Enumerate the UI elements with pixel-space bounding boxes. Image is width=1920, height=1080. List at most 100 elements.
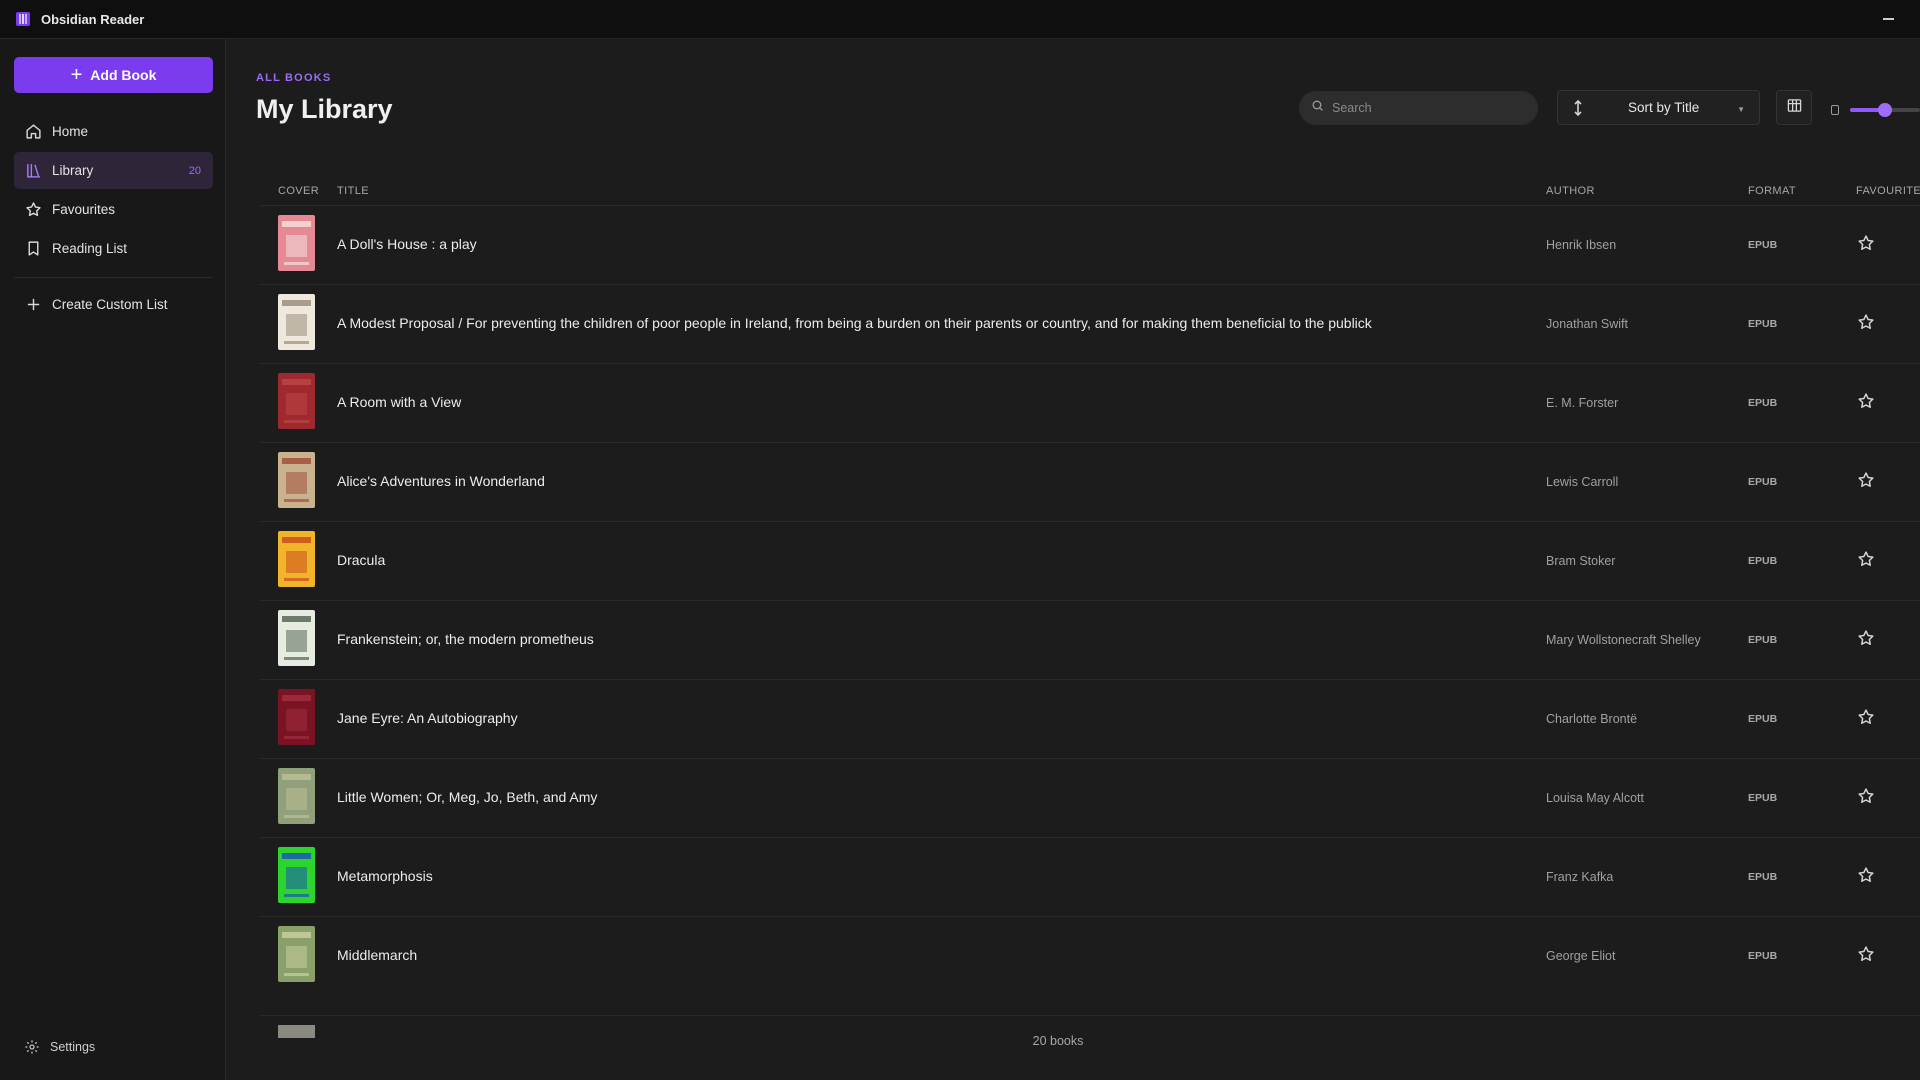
cover-author-band [284, 578, 309, 581]
search-icon [1311, 99, 1324, 117]
favourite-star-icon[interactable] [1857, 708, 1877, 728]
sidebar-item-library[interactable]: Library 20 [14, 152, 213, 189]
search-box[interactable] [1299, 91, 1538, 125]
favourite-star-icon[interactable] [1857, 392, 1877, 412]
book-cover [278, 373, 315, 429]
cover-title-band [282, 616, 311, 622]
table-header: COVER TITLE AUTHOR FORMAT FAVOURITE [260, 185, 1920, 203]
cover-author-band [284, 815, 309, 818]
create-custom-list-button[interactable]: Create Custom List [14, 286, 213, 323]
table-row[interactable]: Frankenstein; or, the modern prometheus … [260, 600, 1920, 679]
table-row[interactable]: Little Women; Or, Meg, Jo, Beth, and Amy… [260, 758, 1920, 837]
cover-size-slider[interactable] [1850, 103, 1920, 117]
column-header-author[interactable]: AUTHOR [1546, 185, 1595, 197]
book-author: Charlotte Brontë [1546, 712, 1638, 726]
column-header-format[interactable]: FORMAT [1748, 185, 1796, 197]
cover-author-band [284, 973, 309, 976]
cover-author-band [284, 657, 309, 660]
book-title[interactable]: Metamorphosis [337, 868, 433, 884]
table-row[interactable]: A Room with a View E. M. Forster EPUB [260, 363, 1920, 442]
book-title[interactable]: Middlemarch [337, 947, 417, 963]
breadcrumb[interactable]: ALL BOOKS [256, 72, 331, 84]
table-row[interactable]: Middlemarch George Eliot EPUB [260, 916, 1920, 995]
book-title[interactable]: Dracula [337, 552, 385, 568]
cover-art [286, 788, 307, 810]
cover-title-band [282, 458, 311, 464]
book-title[interactable]: Frankenstein; or, the modern prometheus [337, 631, 594, 647]
small-size-icon [1831, 105, 1839, 115]
cover-title-band [282, 774, 311, 780]
sort-dropdown[interactable]: Sort by Title ▼ [1557, 90, 1760, 125]
main-content: ALL BOOKS My Library Sort by Title ▼ COV… [226, 39, 1920, 1080]
book-format: EPUB [1748, 950, 1778, 962]
add-book-button[interactable]: + Add Book [14, 57, 213, 93]
sidebar-item-home[interactable]: Home [14, 113, 213, 150]
view-toggle-button[interactable] [1776, 90, 1812, 125]
cover-title-band [282, 221, 311, 227]
favourite-star-icon[interactable] [1857, 945, 1877, 965]
book-author: Louisa May Alcott [1546, 791, 1644, 805]
table-row[interactable]: Dracula Bram Stoker EPUB [260, 521, 1920, 600]
slider-thumb[interactable] [1878, 103, 1892, 117]
book-format: EPUB [1748, 476, 1778, 488]
book-author: Mary Wollstonecraft Shelley [1546, 633, 1701, 647]
favourite-star-icon[interactable] [1857, 866, 1877, 886]
column-header-favourite[interactable]: FAVOURITE [1856, 185, 1920, 197]
app-logo-icon [15, 11, 31, 27]
table-row[interactable]: A Modest Proposal / For preventing the c… [260, 284, 1920, 363]
star-icon [24, 201, 42, 219]
favourite-star-icon[interactable] [1857, 471, 1877, 491]
column-header-title[interactable]: TITLE [337, 185, 369, 197]
cover-title-band [282, 853, 311, 859]
gear-icon [24, 1039, 40, 1055]
columns-view-icon [1787, 98, 1802, 118]
sidebar-item-label: Reading List [52, 241, 128, 256]
book-cover [278, 847, 315, 903]
settings-button[interactable]: Settings [24, 1039, 95, 1055]
book-cover [278, 452, 315, 508]
search-input[interactable] [1332, 101, 1512, 115]
table-row[interactable]: Jane Eyre: An Autobiography Charlotte Br… [260, 679, 1920, 758]
book-title[interactable]: A Room with a View [337, 394, 461, 410]
sidebar-item-label: Favourites [52, 202, 116, 217]
book-count: 20 books [1032, 1034, 1084, 1048]
book-title[interactable]: A Modest Proposal / For preventing the c… [337, 315, 1372, 331]
sort-label: Sort by Title [1628, 100, 1700, 115]
book-title[interactable]: Alice's Adventures in Wonderland [337, 473, 545, 489]
book-format: EPUB [1748, 871, 1778, 883]
cover-art [286, 630, 307, 652]
table-row[interactable]: Alice's Adventures in Wonderland Lewis C… [260, 442, 1920, 521]
book-cover [278, 768, 315, 824]
cover-title-band [282, 537, 311, 543]
minimize-icon [1882, 18, 1894, 20]
favourite-star-icon[interactable] [1857, 629, 1877, 649]
favourite-star-icon[interactable] [1857, 234, 1877, 254]
cover-title-band [282, 379, 311, 385]
favourite-star-icon[interactable] [1857, 787, 1877, 807]
column-header-cover[interactable]: COVER [278, 185, 319, 197]
favourite-star-icon[interactable] [1857, 313, 1877, 333]
book-title[interactable]: Little Women; Or, Meg, Jo, Beth, and Amy [337, 789, 597, 805]
chevron-down-icon: ▼ [1737, 105, 1745, 114]
book-cover [278, 689, 315, 745]
sidebar: + Add Book Home Library 20 Favourites Re… [0, 39, 226, 1080]
home-icon [24, 123, 42, 141]
sidebar-item-reading-list[interactable]: Reading List [14, 230, 213, 267]
book-cover [278, 215, 315, 271]
cover-author-band [284, 894, 309, 897]
book-cover [278, 926, 315, 982]
sort-arrows-icon [1568, 99, 1588, 116]
table-row[interactable]: A Doll's House : a play Henrik Ibsen EPU… [260, 205, 1920, 284]
table-row[interactable]: Metamorphosis Franz Kafka EPUB [260, 837, 1920, 916]
minimize-button[interactable] [1876, 8, 1900, 30]
sidebar-nav: Home Library 20 Favourites Reading List [14, 113, 213, 325]
favourite-star-icon[interactable] [1857, 550, 1877, 570]
book-title[interactable]: Jane Eyre: An Autobiography [337, 710, 518, 726]
plus-icon: + [70, 64, 83, 86]
sidebar-item-label: Home [52, 124, 89, 139]
cover-art [286, 314, 307, 336]
cover-art [286, 235, 307, 257]
book-title[interactable]: A Doll's House : a play [337, 236, 477, 252]
cover-title-band [282, 300, 311, 306]
sidebar-item-favourites[interactable]: Favourites [14, 191, 213, 228]
